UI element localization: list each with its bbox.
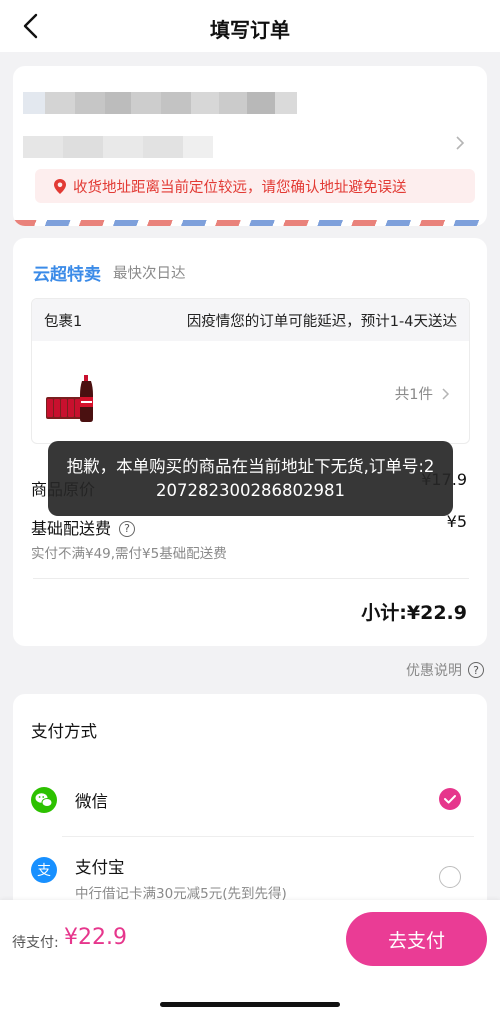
checkout-bar: 待支付: ¥22.9 去支付: [0, 900, 500, 1019]
payment-title: 支付方式: [31, 722, 97, 741]
address-detail-blurred: [23, 136, 213, 158]
package-delay-notice: 因疫情您的订单可能延迟，预计1-4天送达: [186, 313, 457, 330]
address-name-blurred: [23, 92, 297, 114]
item-count[interactable]: 共1件: [395, 383, 451, 404]
address-warning-text: 收货地址距离当前定位较远，请您确认地址避免误送: [73, 179, 407, 196]
airmail-stripe: [13, 220, 487, 226]
delivery-speed: 最快次日达: [113, 266, 186, 282]
home-indicator: [160, 1002, 340, 1007]
delivery-fee-label-text: 基础配送费: [31, 519, 112, 538]
chevron-right-icon: [456, 136, 465, 150]
wechat-icon: [31, 787, 57, 813]
address-warning: 收货地址距离当前定位较远，请您确认地址避免误送: [35, 169, 475, 203]
checkmark-icon: [444, 795, 456, 804]
divider: [33, 578, 469, 579]
payment-option-name: 支付宝: [75, 858, 125, 877]
subtotal: 小计:¥22.9: [361, 602, 467, 624]
promo-explanation-text: 优惠说明: [406, 663, 462, 679]
package-header: 包裹1 因疫情您的订单可能延迟，预计1-4天送达: [32, 299, 469, 341]
selected-check-icon[interactable]: [439, 788, 461, 810]
item-count-text: 共1件: [394, 387, 433, 403]
payment-option-wechat[interactable]: 微信: [13, 766, 487, 830]
amount-due-label: 待支付:: [12, 935, 59, 951]
svg-text:支: 支: [37, 863, 51, 879]
chevron-right-icon: [442, 387, 450, 400]
delivery-fee-label: 基础配送费?: [31, 515, 136, 539]
package-block[interactable]: 包裹1 因疫情您的订单可能延迟，预计1-4天送达 共1件: [31, 298, 470, 444]
out-of-stock-toast: 抱歉，本单购买的商品在当前地址下无货,订单号:22072823002868029…: [48, 441, 453, 516]
pay-button[interactable]: 去支付: [346, 912, 487, 966]
help-icon[interactable]: ?: [119, 520, 136, 537]
help-icon: ?: [468, 662, 484, 678]
divider: [62, 836, 474, 837]
package-label: 包裹1: [44, 313, 83, 330]
amount-due-value: ¥22.9: [64, 925, 127, 950]
address-card[interactable]: 收货地址距离当前定位较远，请您确认地址避免误送: [13, 66, 487, 226]
product-thumbnail: [46, 375, 93, 422]
alipay-icon: 支: [31, 857, 57, 883]
nav-bar: 填写订单: [0, 0, 500, 52]
payment-option-promo: 中行借记卡满30元减5元(先到先得): [75, 886, 287, 902]
location-pin-icon: [54, 178, 66, 194]
unselected-radio-icon[interactable]: [439, 866, 461, 888]
delivery-fee-note: 实付不满¥49,需付¥5基础配送费: [31, 546, 227, 562]
delivery-fee-value: ¥5: [446, 512, 467, 531]
shop-name: 云超特卖: [33, 265, 101, 285]
payment-option-alipay[interactable]: 支 支付宝 中行借记卡满30元减5元(先到先得): [13, 842, 487, 906]
payment-card: 支付方式 微信 支 支付宝 中行借记卡满30元减5元(先到先得): [13, 694, 487, 904]
page-title: 填写订单: [210, 18, 290, 42]
promo-explanation-link[interactable]: 优惠说明 ?: [406, 660, 484, 680]
payment-option-name: 微信: [75, 792, 108, 811]
